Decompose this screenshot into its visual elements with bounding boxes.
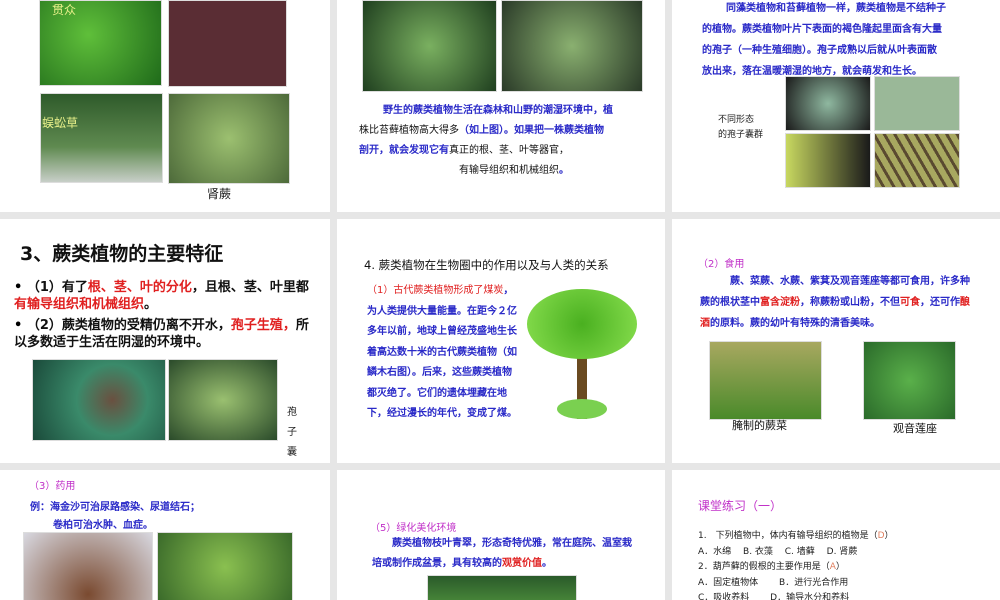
slide-thumbnail-7[interactable]: （3）药用 例：海金沙可治尿路感染、尿道结石； 卷柏可治水肿、血症。 — [0, 470, 330, 600]
sori-photo — [785, 133, 871, 188]
fern-photo-guanzhong: 贯众 — [39, 0, 162, 86]
bullet-item: • （2）蕨类植物的受精仍离不开水，孢子生殖，所以多数适于生活在阴湿的环境中。 — [14, 318, 309, 350]
question-2: 2．葫芦藓的假根的主要作用是（A） — [698, 562, 845, 572]
question-options: A．水绵 B. 衣藻 C. 墙藓 D. 肾蕨 — [698, 546, 858, 557]
slide-title: 3、蕨类植物的主要特征 — [20, 243, 224, 265]
body-text: （1）古代蕨类植物形成了煤炭，为人类提供大量能量。在距今２亿多年以前，地球上曾经… — [367, 285, 517, 419]
slide-title: 4. 蕨类植物在生物圈中的作用以及与人类的关系 — [364, 258, 609, 272]
leaf-sori-photo — [168, 359, 278, 441]
side-label: 囊 — [287, 447, 297, 458]
text-line: 的植物。蕨类植物叶片下表面的褐色隆起里面含有大量 — [702, 24, 942, 35]
text-line: 剖开，就会发现它有真正的根、茎、叶等器官， — [359, 145, 569, 156]
text-line: 例：海金沙可治尿路感染、尿道结石； — [30, 502, 200, 513]
text-line: 卷柏可治水肿、血症。 — [53, 520, 153, 531]
question-1: 1. 下列植物中，体内有输导组织的植物是（D） — [698, 531, 894, 541]
photo-caption: 腌制的蕨菜 — [732, 419, 787, 432]
slide-thumbnail-5[interactable]: 4. 蕨类植物在生物圈中的作用以及与人类的关系 （1）古代蕨类植物形成了煤炭，为… — [337, 219, 665, 463]
photo-label: 贯众 — [52, 3, 77, 17]
text-line: 同藻类植物和苔藓植物一样，蕨类植物是不结种子 — [726, 3, 946, 14]
text-line: 有输导组织和机械组织。 — [459, 165, 569, 176]
angiopteris-photo — [863, 341, 956, 420]
section-heading: （3）药用 — [29, 481, 76, 492]
side-label: 不同形态 — [718, 115, 755, 125]
selaginella-green-photo — [157, 532, 293, 600]
question-options: A．固定植物体 B．进行光合作用 — [698, 577, 849, 588]
side-label: 的孢子囊群 — [718, 130, 764, 140]
pickled-fern-photo — [709, 341, 822, 420]
text-line: 株比苔藓植物高大得多（如上图）。如果把一株蕨类植物 — [359, 125, 604, 136]
fern-photo-wugongcao: 蜈蚣草 — [40, 93, 163, 183]
text-line: 的孢子（一种生殖细胞）。孢子成熟以后就从叶表面散 — [702, 45, 937, 56]
sori-photo — [785, 76, 871, 131]
body-text: 蕨类植物枝叶青翠，形态奇特优雅，常在庭院、温室栽培或制作成盆景，具有较高的观赏价… — [372, 538, 632, 569]
section-heading: （2）食用 — [698, 259, 745, 270]
sori-photo — [874, 133, 960, 188]
slide-thumbnail-6[interactable]: （2）食用 蕨、菜蕨、水蕨、紫萁及观音莲座等都可食用，许多种蕨的根状茎中富含淀粉… — [672, 219, 1000, 463]
slide-thumbnail-2[interactable]: 野生的蕨类植物生活在森林和山野的潮湿环境中，植 株比苔藓植物高大得多（如上图）。… — [337, 0, 665, 212]
photo-label: 蜈蚣草 — [42, 116, 79, 130]
fern-photo-shenjue — [168, 93, 290, 184]
slide-thumbnail-1[interactable]: 贯众 蜈蚣草 肾蕨 — [0, 0, 330, 212]
forest-photo — [427, 575, 577, 600]
photo-caption: 肾蕨 — [207, 187, 232, 201]
slide-thumbnail-3[interactable]: 同藻类植物和苔藓植物一样，蕨类植物是不结种子 的植物。蕨类植物叶片下表面的褐色隆… — [672, 0, 1000, 212]
slide-thumbnail-4[interactable]: 3、蕨类植物的主要特征 • （1）有了根、茎、叶的分化，且根、茎、叶里都有输导组… — [0, 219, 330, 463]
bullet-item: • （1）有了根、茎、叶的分化，且根、茎、叶里都有输导组织和机械组织。 — [14, 280, 309, 312]
body-text: 蕨、菜蕨、水蕨、紫萁及观音莲座等都可食用，许多种蕨的根状茎中富含淀粉，称蕨粉或山… — [700, 276, 970, 329]
side-label: 子 — [287, 427, 297, 438]
sori-photo — [874, 76, 960, 131]
photo-caption: 观音莲座 — [893, 422, 937, 435]
water-fern-photo — [168, 0, 287, 87]
section-heading: 课堂练习（一） — [698, 499, 783, 513]
text-line: 野生的蕨类植物生活在森林和山野的潮湿环境中，植 — [383, 105, 613, 116]
fiddlehead-photo — [32, 359, 166, 441]
tree-fern-illustration — [527, 289, 637, 429]
selaginella-dried-photo — [23, 532, 153, 600]
fern-photo — [362, 0, 497, 92]
slide-thumbnail-9[interactable]: 课堂练习（一） 1. 下列植物中，体内有输导组织的植物是（D） A．水绵 B. … — [672, 470, 1000, 600]
slide-thumbnail-8[interactable]: （5）绿化美化环境 蕨类植物枝叶青翠，形态奇特优雅，常在庭院、温室栽培或制作成盆… — [337, 470, 665, 600]
side-label: 孢 — [287, 407, 297, 418]
question-options: C．吸收养料 D．输导水分和养料 — [698, 593, 850, 600]
section-heading: （5）绿化美化环境 — [370, 523, 457, 534]
fern-photo — [501, 0, 643, 92]
